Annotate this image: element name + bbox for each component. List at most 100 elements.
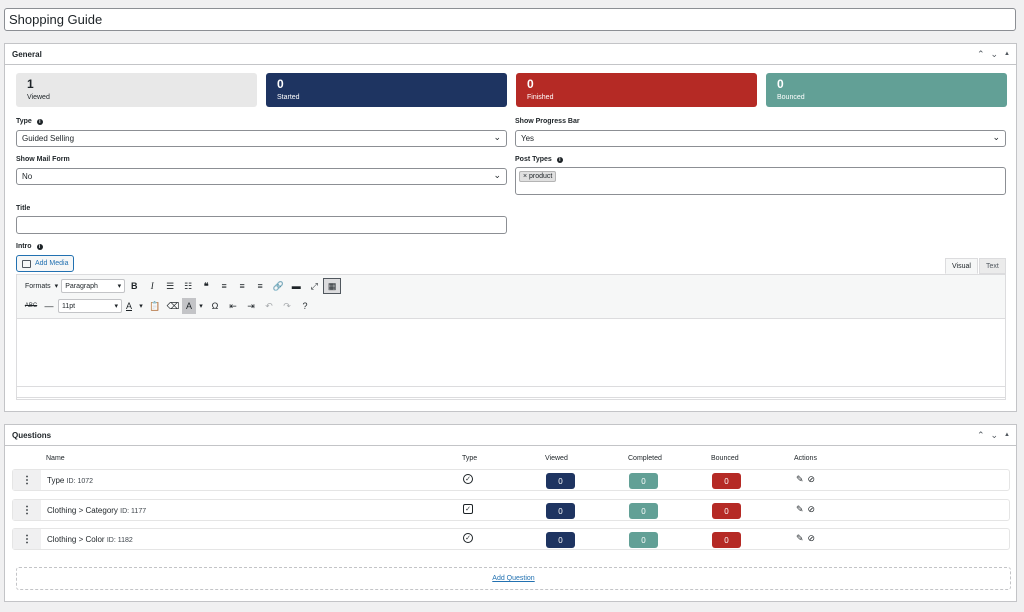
question-name: Clothing > Category ID: 1177 [47,506,146,515]
type-label-text: Type [16,118,32,125]
numbered-list-icon[interactable]: ☷ [179,278,197,294]
formats-label: Formats [25,282,51,290]
bold-icon[interactable]: B [125,278,143,294]
align-right-icon[interactable]: ≡ [251,278,269,294]
row-actions: ✎ ⊘ [796,474,815,485]
column-header-bounced: Bounced [711,455,739,462]
move-up-icon[interactable]: ⌃ [977,428,985,442]
edit-pencil-icon[interactable]: ✎ [796,504,804,515]
read-more-icon[interactable]: ▬ [287,278,305,294]
caret-down-icon[interactable]: ▾ [196,298,206,314]
drag-handle-icon[interactable]: ⋮ [13,529,41,549]
caret-down-icon: ▾ [114,303,118,310]
info-icon[interactable]: i [556,156,563,163]
strikethrough-icon[interactable]: ABC [22,298,40,314]
stat-bounced: 0 Bounced [766,73,1007,107]
question-name: Type ID: 1072 [47,476,93,485]
radio-type-icon: ✓ [463,533,473,543]
hide-eye-icon[interactable]: ⊘ [808,504,816,515]
stat-started-value: 0 [277,77,284,91]
checkbox-type-icon: ✓ [463,504,473,514]
block-format-label: Paragraph [65,282,98,290]
stat-finished-label: Finished [527,94,554,101]
question-row[interactable]: ⋮ Clothing > Color ID: 1182 ✓ 0 0 0 ✎ ⊘ [12,528,1010,550]
progress-bar-select-value: Yes [521,134,535,143]
move-down-icon[interactable]: ⌄ [991,428,999,442]
text-color-icon[interactable]: A [122,298,136,314]
hide-eye-icon[interactable]: ⊘ [808,474,816,485]
edit-pencil-icon[interactable]: ✎ [796,474,804,485]
question-id: ID: 1182 [106,537,133,544]
formats-dropdown[interactable]: Formats ▾ [22,279,61,293]
progress-bar-select[interactable]: Yes ⌄ [515,130,1006,147]
move-up-icon[interactable]: ⌃ [977,47,985,61]
post-title-input[interactable] [4,8,1016,31]
editor-status-bar [16,386,1006,398]
questions-panel-title: Questions [12,430,52,440]
radio-type-icon: ✓ [463,474,473,484]
add-media-button[interactable]: Add Media [16,255,75,272]
tab-visual[interactable]: Visual [945,258,978,274]
info-icon[interactable]: i [36,243,43,250]
intro-label: Intro i [16,243,43,250]
question-name: Clothing > Color ID: 1182 [47,535,133,544]
info-icon[interactable]: i [36,118,43,125]
stat-bounced-label: Bounced [777,94,805,101]
title-input[interactable] [16,216,507,234]
hide-eye-icon[interactable]: ⊘ [808,533,816,544]
blockquote-icon[interactable]: ❝ [197,278,215,294]
stat-viewed-label: Viewed [27,94,50,101]
collapse-toggle-icon[interactable]: ▲ [1004,428,1010,442]
question-id: ID: 1177 [120,508,147,515]
drag-handle-icon[interactable]: ⋮ [13,470,41,490]
block-format-select[interactable]: Paragraph ▾ [61,279,126,293]
bounced-badge: 0 [712,532,741,548]
edit-pencil-icon[interactable]: ✎ [796,533,804,544]
post-types-field[interactable]: × product [515,167,1006,195]
caret-down-icon[interactable]: ▾ [136,298,146,314]
link-icon[interactable]: 🔗 [269,278,287,294]
caret-down-icon: ▾ [117,283,122,290]
post-type-tag[interactable]: × product [519,171,557,182]
special-char-icon[interactable]: Ω [206,298,224,314]
drag-handle-icon[interactable]: ⋮ [13,500,41,520]
align-center-icon[interactable]: ≡ [233,278,251,294]
completed-badge: 0 [629,473,658,489]
add-question-link[interactable]: Add Question [492,575,534,582]
clear-format-icon[interactable]: ⌫ [164,298,182,314]
column-header-type: Type [462,455,478,462]
type-select[interactable]: Guided Selling ⌄ [16,130,507,147]
fullscreen-icon[interactable]: ⤢ [305,278,323,294]
paste-text-icon[interactable]: 📋 [146,298,164,314]
toolbar-toggle-icon[interactable]: ▦ [323,278,342,294]
post-types-label: Post Types i [515,156,563,163]
bullet-list-icon[interactable]: ☰ [161,278,179,294]
type-select-value: Guided Selling [22,134,75,143]
tab-text[interactable]: Text [979,258,1006,274]
stat-started: 0 Started [266,73,507,107]
progress-bar-label-text: Show Progress Bar [515,118,580,125]
row-actions: ✎ ⊘ [796,533,815,544]
indent-icon[interactable]: ⇥ [242,298,260,314]
outdent-icon[interactable]: ⇤ [224,298,242,314]
question-row[interactable]: ⋮ Clothing > Category ID: 1177 ✓ 0 0 0 ✎… [12,499,1010,521]
font-size-label: 11pt [62,302,76,310]
question-row[interactable]: ⋮ Type ID: 1072 ✓ 0 0 0 ✎ ⊘ [12,469,1010,491]
font-size-select[interactable]: 11pt ▾ [58,299,122,313]
help-icon[interactable]: ? [296,298,314,314]
horizontal-line-icon[interactable]: — [40,298,58,314]
align-left-icon[interactable]: ≡ [215,278,233,294]
column-header-viewed: Viewed [545,455,568,462]
collapse-toggle-icon[interactable]: ▲ [1004,47,1010,61]
stat-viewed: 1 Viewed [16,73,257,107]
add-question-area: Add Question [16,567,1011,590]
background-color-icon[interactable]: A [182,298,196,314]
mail-form-select[interactable]: No ⌄ [16,168,507,185]
redo-icon[interactable]: ↷ [278,298,296,314]
stats-row: 1 Viewed 0 Started 0 Finished 0 Bounced [16,73,1007,107]
italic-icon[interactable]: I [143,278,161,294]
question-name-text: Clothing > Category [47,506,118,515]
question-name-text: Type [47,476,65,485]
undo-icon[interactable]: ↶ [260,298,278,314]
move-down-icon[interactable]: ⌄ [991,47,999,61]
